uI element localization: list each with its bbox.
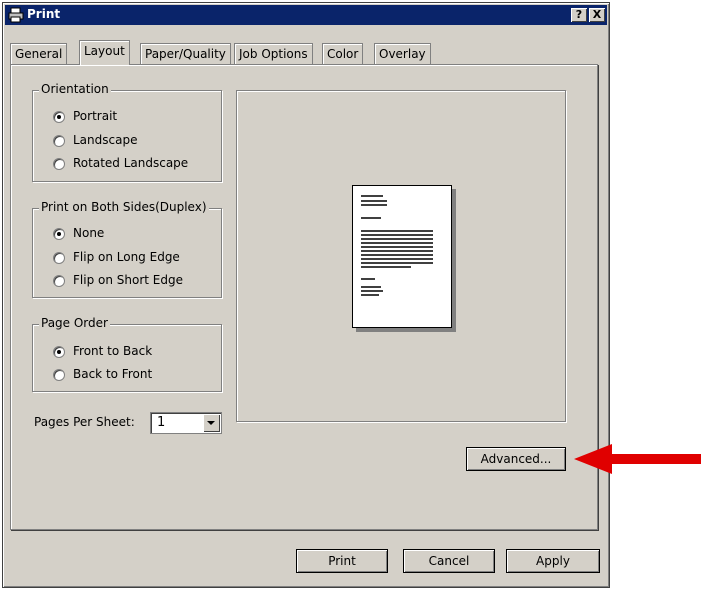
radio-rotated-landscape[interactable]: Rotated Landscape [53, 154, 188, 172]
radio-flip-short-edge[interactable]: Flip on Short Edge [53, 271, 183, 289]
duplex-group: Print on Both Sides(Duplex) None Flip on… [32, 200, 222, 298]
orientation-group: Orientation Portrait Landscape Rotated L… [32, 82, 222, 182]
window-title: Print [27, 7, 61, 21]
title-bar[interactable]: Print ? X [5, 5, 607, 25]
tab-layout[interactable]: Layout [79, 40, 130, 65]
tab-general[interactable]: General [10, 43, 68, 64]
radio-landscape[interactable]: Landscape [53, 131, 137, 149]
chevron-down-icon[interactable] [203, 414, 220, 432]
radio-indicator[interactable] [53, 345, 65, 358]
radio-indicator[interactable] [53, 368, 65, 381]
radio-flip-long-edge[interactable]: Flip on Long Edge [53, 248, 180, 266]
pages-per-sheet-value: 1 [157, 415, 166, 430]
red-arrow-icon [574, 444, 701, 474]
close-button[interactable]: X [589, 8, 605, 22]
printer-icon [8, 7, 24, 23]
radio-indicator[interactable] [53, 274, 65, 287]
duplex-legend: Print on Both Sides(Duplex) [39, 200, 209, 214]
radio-indicator[interactable] [53, 134, 65, 147]
apply-button[interactable]: Apply [506, 549, 600, 573]
radio-indicator[interactable] [53, 110, 65, 123]
cancel-button[interactable]: Cancel [403, 549, 495, 573]
help-button[interactable]: ? [571, 8, 587, 22]
pages-per-sheet-select[interactable]: 1 [150, 412, 222, 434]
print-button[interactable]: Print [296, 549, 388, 573]
radio-indicator[interactable] [53, 227, 65, 240]
tab-overlay[interactable]: Overlay [374, 43, 431, 64]
radio-indicator[interactable] [53, 157, 65, 170]
radio-duplex-none[interactable]: None [53, 224, 104, 242]
pages-per-sheet-label: Pages Per Sheet: [34, 415, 135, 429]
page-order-legend: Page Order [39, 316, 110, 330]
radio-portrait[interactable]: Portrait [53, 107, 117, 125]
page-preview-icon [352, 185, 452, 328]
tab-job-options[interactable]: Job Options [234, 43, 313, 64]
radio-indicator[interactable] [53, 251, 65, 264]
radio-back-to-front[interactable]: Back to Front [53, 365, 152, 383]
page-order-group: Page Order Front to Back Back to Front [32, 316, 222, 392]
radio-front-to-back[interactable]: Front to Back [53, 342, 152, 360]
tab-paper-quality[interactable]: Paper/Quality [140, 43, 231, 64]
advanced-button[interactable]: Advanced... [466, 447, 566, 471]
tab-color[interactable]: Color [322, 43, 364, 64]
orientation-legend: Orientation [39, 82, 111, 96]
